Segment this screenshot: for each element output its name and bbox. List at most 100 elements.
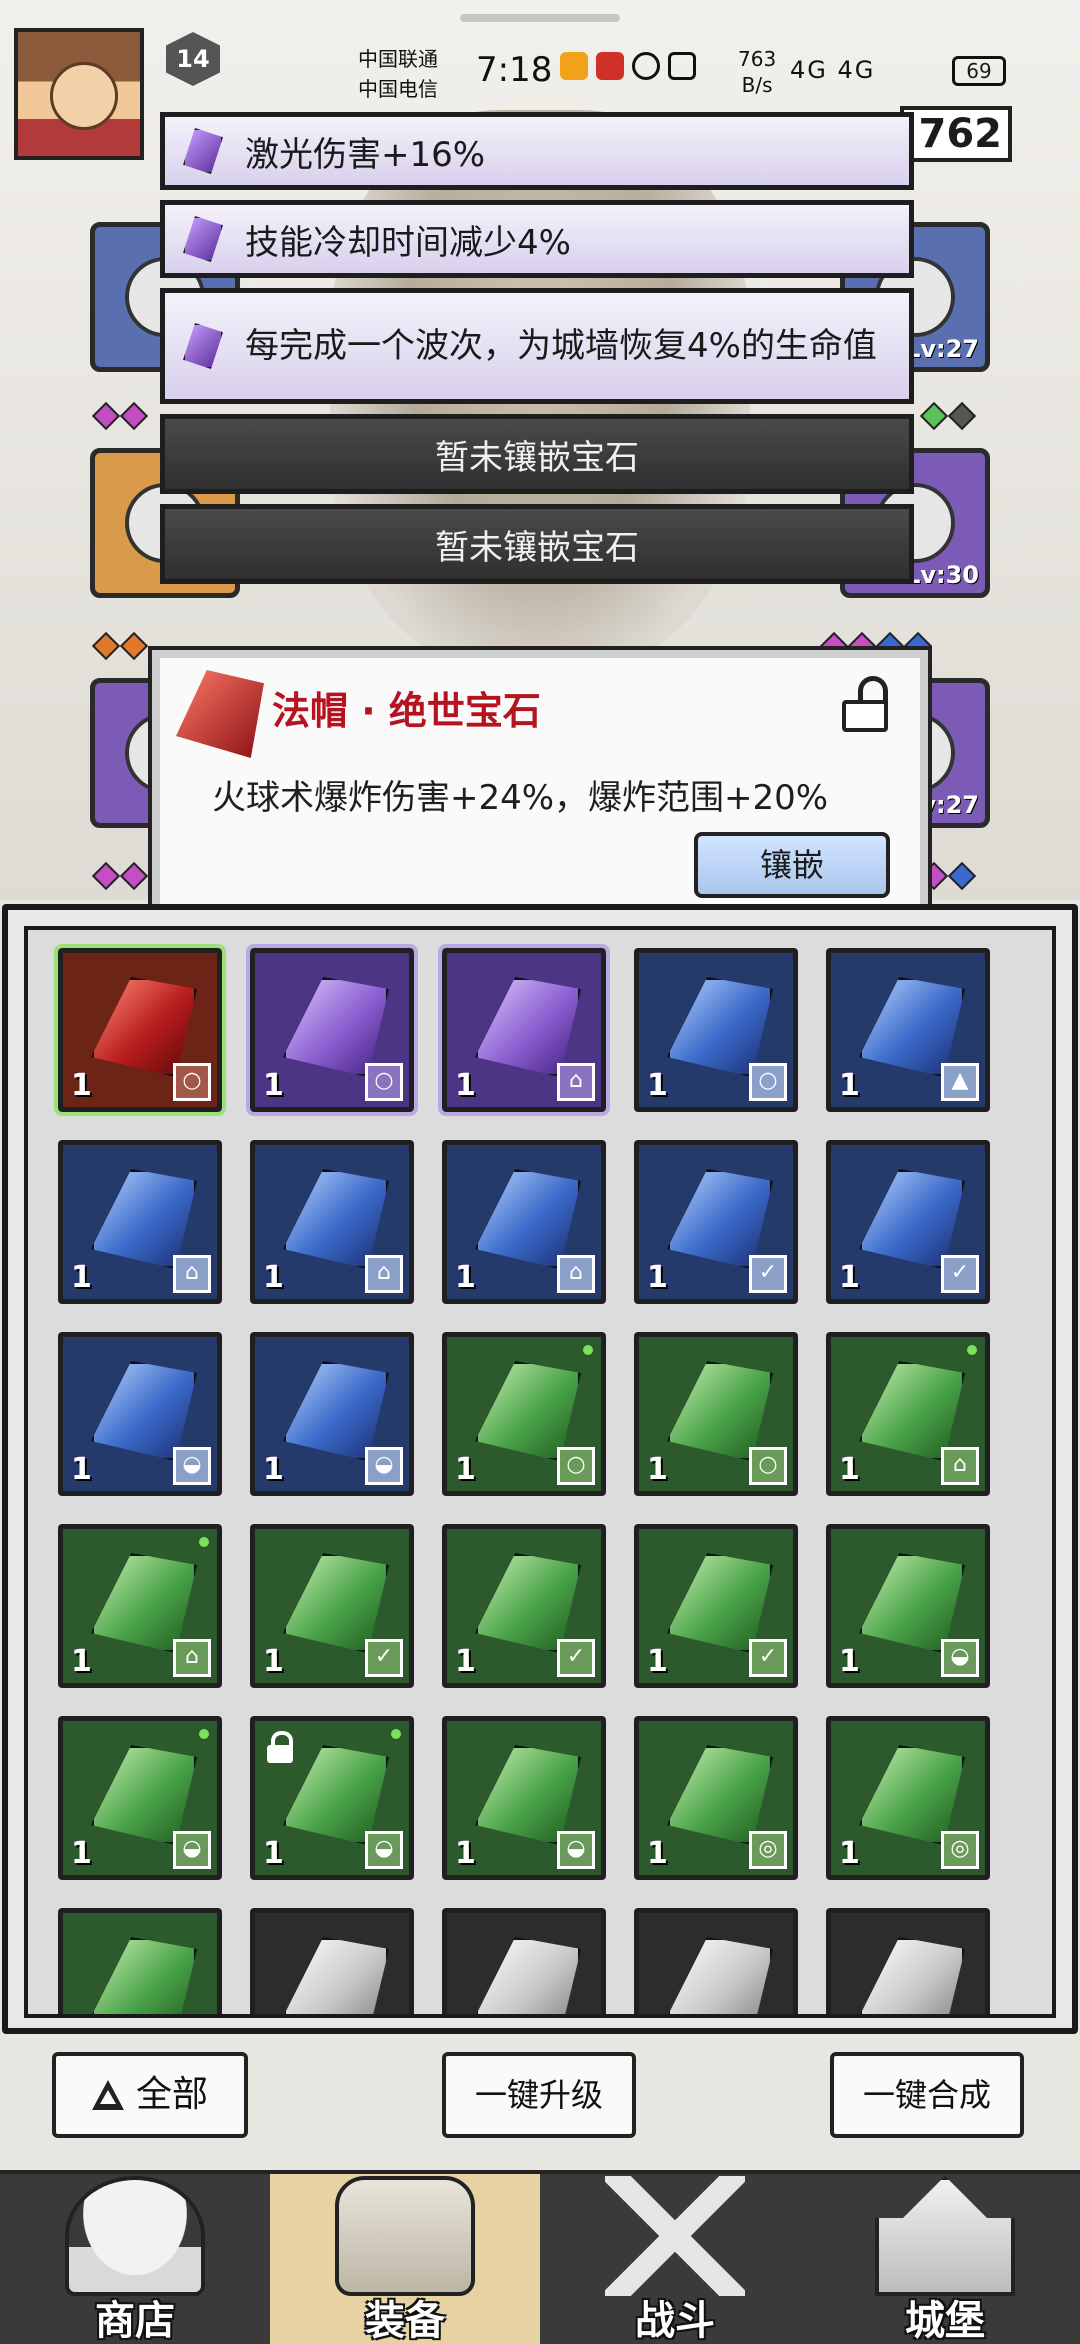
green-gem-icon [91, 1745, 197, 1845]
purple-gem-icon [183, 323, 223, 369]
gem-cell[interactable]: 1 ○ [442, 1332, 606, 1496]
gray-gem-icon [475, 1937, 581, 2014]
gem-cell[interactable]: 1 ◎ [634, 1716, 798, 1880]
upgrade-all-button[interactable]: 一键升级 [442, 2052, 636, 2138]
network-speed-value: 763 [738, 47, 777, 71]
amulet-icon: ◎ [941, 1831, 979, 1869]
gem-cell[interactable] [826, 1908, 990, 2014]
new-indicator-dot [197, 1535, 211, 1549]
gem-slot-5[interactable]: 暂未镶嵌宝石 [160, 504, 914, 584]
hat-icon: ◒ [365, 1447, 403, 1485]
gem-slot-2[interactable]: 技能冷却时间减少4% [160, 200, 914, 278]
gem-cell[interactable]: 1 ◒ [58, 1716, 222, 1880]
gem-cell[interactable]: 1 ◎ [826, 1716, 990, 1880]
staff-icon: ✓ [365, 1639, 403, 1677]
tab-castle[interactable]: 城堡 [810, 2174, 1080, 2344]
green-gem-icon [667, 1553, 773, 1653]
green-gem-icon [91, 1553, 197, 1653]
gem-slot-empty-label: 暂未镶嵌宝石 [435, 527, 639, 568]
gem-cell[interactable] [58, 1908, 222, 2014]
staff-icon: ✓ [749, 1639, 787, 1677]
gem-cell[interactable]: 1 ○ [634, 1332, 798, 1496]
gem-cell[interactable]: 1 ✓ [634, 1524, 798, 1688]
gem-grid: 1 ○ 1 ○ 1 ⌂ 1 ○ 1 ▲ 1 ⌂ 1 ⌂ 1 ⌂ 1 ✓ 1 ✓ 1 ◒ 1 ◒ 1 ○ 1 ○ 1 ⌂ 1 ⌂ 1 ✓ 1 ✓ 1 ✓ 1 ◒… [54, 944, 990, 2014]
gem-quantity: 1 [71, 1452, 92, 1487]
gem-description: 火球术爆炸伤害+24%，爆炸范围+20% [212, 778, 829, 818]
gem-cell[interactable]: 1 ⌂ [250, 1140, 414, 1304]
player-level-badge: 14 [166, 32, 220, 86]
tab-equipment[interactable]: 装备 [270, 2174, 540, 2344]
player-avatar[interactable] [14, 28, 144, 160]
bottom-tab-bar: 商店 装备 战斗 城堡 [0, 2170, 1080, 2344]
clock: 7:18 [476, 50, 553, 90]
gem-cell[interactable]: 1 ⌂ [826, 1332, 990, 1496]
app-notification-icon [596, 52, 624, 80]
gem-cell[interactable]: 1 ✓ [634, 1140, 798, 1304]
blue-gem-icon [667, 1169, 773, 1269]
gem-cell[interactable]: 1 ✓ [826, 1140, 990, 1304]
unlock-icon[interactable] [840, 676, 892, 732]
gem-cell[interactable]: 1 ◒ [442, 1716, 606, 1880]
green-gem-icon [859, 1745, 965, 1845]
blue-gem-icon [283, 1361, 389, 1461]
gem-quantity: 1 [455, 1836, 476, 1871]
tab-label: 战斗 [635, 2298, 715, 2344]
gem-cell[interactable]: 1 ○ [246, 944, 418, 1116]
gem-cell[interactable]: 1 ⌂ [438, 944, 610, 1116]
gem-cell[interactable]: 1 ◒ [58, 1332, 222, 1496]
gem-slot-1[interactable]: 激光伤害+16% [160, 112, 914, 190]
gem-slot-effect: 每完成一个波次，为城墙恢复4%的生命值 [245, 326, 877, 366]
ring-icon: ○ [749, 1063, 787, 1101]
green-gem-icon [283, 1553, 389, 1653]
gem-socket-indicators [91, 861, 149, 891]
amulet-icon: ◎ [749, 1831, 787, 1869]
inlay-button[interactable]: 镶嵌 [694, 832, 890, 898]
gem-cell[interactable]: 1 ⌂ [58, 1140, 222, 1304]
gem-cell[interactable]: 1 ✓ [442, 1524, 606, 1688]
armor-icon: ▲ [941, 1063, 979, 1101]
tab-label: 商店 [95, 2298, 175, 2344]
gem-inventory-scroll[interactable]: 1 ○ 1 ○ 1 ⌂ 1 ○ 1 ▲ 1 ⌂ 1 ⌂ 1 ⌂ 1 ✓ 1 ✓ 1 ◒ 1 ◒ 1 ○ 1 ○ 1 ⌂ 1 ⌂ 1 ✓ 1 ✓ 1 ✓ 1 ◒… [24, 926, 1056, 2018]
gem-cell[interactable] [250, 1908, 414, 2014]
battery-icon: 69 [952, 56, 1006, 86]
merge-all-button[interactable]: 一键合成 [830, 2052, 1024, 2138]
swords-icon [605, 2176, 745, 2296]
gray-gem-icon [283, 1937, 389, 2014]
tab-battle[interactable]: 战斗 [540, 2174, 810, 2344]
tab-label: 城堡 [905, 2298, 985, 2344]
hat-icon: ◒ [557, 1831, 595, 1869]
gem-cell[interactable] [442, 1908, 606, 2014]
blue-gem-icon [859, 1169, 965, 1269]
gem-quantity: 1 [647, 1836, 668, 1871]
green-gem-icon [475, 1745, 581, 1845]
gem-slot-3[interactable]: 每完成一个波次，为城墙恢复4%的生命值 [160, 288, 914, 404]
blue-gem-icon [859, 977, 965, 1077]
gem-cell[interactable]: 1 ⌂ [442, 1140, 606, 1304]
gem-quantity: 1 [263, 1644, 284, 1679]
carrier-1: 中国联通 [358, 47, 438, 71]
purple-gem-icon [283, 977, 389, 1077]
filter-all-button[interactable]: 全部 [52, 2052, 248, 2138]
gem-slot-4[interactable]: 暂未镶嵌宝石 [160, 414, 914, 494]
gem-cell[interactable]: 1 ⌂ [58, 1524, 222, 1688]
gem-cell[interactable]: 1 ▲ [826, 948, 990, 1112]
gem-socket-indicators [919, 401, 977, 431]
gem-cell[interactable]: 1 ◒ [250, 1716, 414, 1880]
gem-title: 法帽 · 绝世宝石 [272, 689, 541, 733]
signal-icon: 4G 4G [790, 56, 876, 84]
boot-icon: ⌂ [557, 1063, 595, 1101]
gem-socket-indicators [919, 861, 977, 891]
gem-quantity: 1 [647, 1068, 668, 1103]
gem-cell[interactable]: 1 ✓ [250, 1524, 414, 1688]
gem-cell[interactable]: 1 ○ [634, 948, 798, 1112]
ring-icon: ○ [365, 1063, 403, 1101]
green-gem-icon [667, 1745, 773, 1845]
gem-cell[interactable]: 1 ◒ [826, 1524, 990, 1688]
gem-cell[interactable] [634, 1908, 798, 2014]
gem-cell[interactable]: 1 ◒ [250, 1332, 414, 1496]
new-indicator-dot [965, 1343, 979, 1357]
tab-shop[interactable]: 商店 [0, 2174, 270, 2344]
gem-cell[interactable]: 1 ○ [54, 944, 226, 1116]
gem-quantity: 1 [263, 1836, 284, 1871]
blue-gem-icon [91, 1361, 197, 1461]
